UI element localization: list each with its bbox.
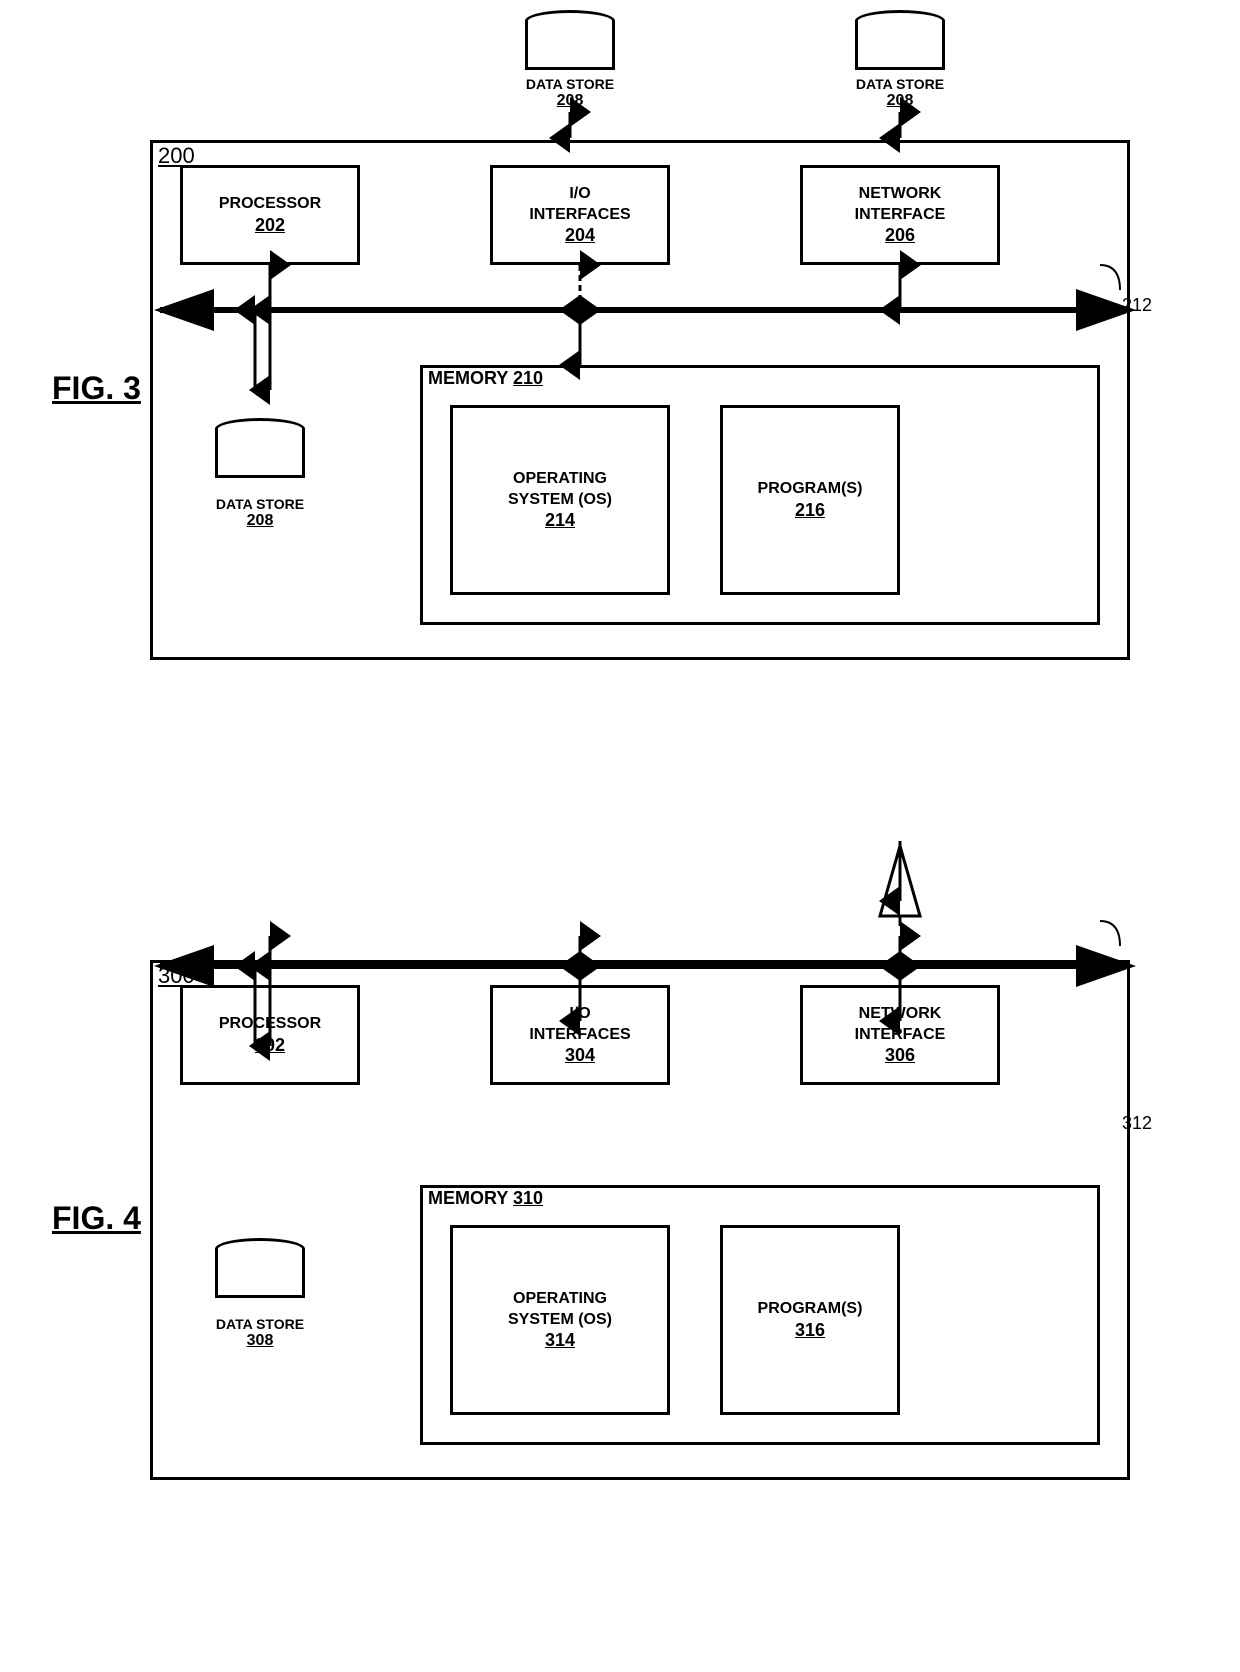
ds-top2-num: 208 — [887, 92, 914, 110]
box-prog-216: PROGRAM(S) 216 — [720, 405, 900, 595]
box-memory-310-label: MEMORY 310 — [428, 1188, 543, 1209]
box-processor-302: PROCESSOR 302 — [180, 985, 360, 1085]
datastore-308-inside: DATA STORE 308 — [180, 1210, 340, 1350]
fig3-label: FIG. 3 — [52, 370, 141, 407]
antenna-icon — [870, 836, 930, 926]
box-os-314: OPERATING SYSTEM (OS) 314 — [450, 1225, 670, 1415]
label-212: 212 — [1122, 295, 1152, 316]
ni-306-label: NETWORK INTERFACE — [855, 1004, 946, 1046]
os-214-label: OPERATING SYSTEM (OS) — [508, 469, 612, 511]
ds-top1-num: 208 — [557, 92, 584, 110]
io-204-num: 204 — [565, 225, 595, 246]
io-304-label: I/O INTERFACES — [529, 1004, 630, 1046]
processor-202-label: PROCESSOR — [219, 194, 321, 215]
label-312: 312 — [1122, 1113, 1152, 1134]
os-314-label: OPERATING SYSTEM (OS) — [508, 1289, 612, 1331]
datastore-208-top2: DATA STORE 208 — [820, 10, 980, 110]
io-304-num: 304 — [565, 1045, 595, 1066]
datastore-208-top1: DATA STORE 208 — [490, 10, 650, 110]
ni-206-num: 206 — [885, 225, 915, 246]
processor-302-label: PROCESSOR — [219, 1014, 321, 1035]
datastore-208-inside: DATA STORE 208 — [180, 390, 340, 530]
ds-top2-label: DATA STORE — [856, 76, 944, 92]
ds-308-label: DATA STORE — [216, 1316, 304, 1332]
box-prog-316: PROGRAM(S) 316 — [720, 1225, 900, 1415]
ds-208-inside-label: DATA STORE — [216, 496, 304, 512]
box-os-214: OPERATING SYSTEM (OS) 214 — [450, 405, 670, 595]
box-io-304: I/O INTERFACES 304 — [490, 985, 670, 1085]
processor-202-num: 202 — [255, 215, 285, 236]
prog-316-num: 316 — [795, 1320, 825, 1341]
box-ni-306: NETWORK INTERFACE 306 — [800, 985, 1000, 1085]
ni-206-label: NETWORK INTERFACE — [855, 184, 946, 226]
os-314-num: 314 — [545, 1330, 575, 1351]
fig4-label: FIG. 4 — [52, 1200, 141, 1237]
box-processor-202: PROCESSOR 202 — [180, 165, 360, 265]
ds-308-num: 308 — [247, 1332, 274, 1350]
ni-306-num: 306 — [885, 1045, 915, 1066]
box-memory-210-label: MEMORY 210 — [428, 368, 543, 389]
prog-216-num: 216 — [795, 500, 825, 521]
prog-216-label: PROGRAM(S) — [758, 479, 863, 500]
io-204-label: I/O INTERFACES — [529, 184, 630, 226]
ds-208-inside-num: 208 — [247, 512, 274, 530]
processor-302-num: 302 — [255, 1035, 285, 1056]
ds-top1-label: DATA STORE — [526, 76, 614, 92]
box-ni-206: NETWORK INTERFACE 206 — [800, 165, 1000, 265]
box-io-204: I/O INTERFACES 204 — [490, 165, 670, 265]
prog-316-label: PROGRAM(S) — [758, 1299, 863, 1320]
os-214-num: 214 — [545, 510, 575, 531]
